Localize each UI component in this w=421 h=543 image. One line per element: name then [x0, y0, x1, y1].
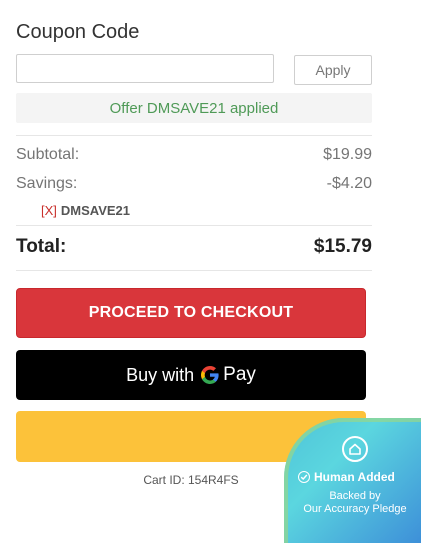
- accuracy-pledge-badge[interactable]: Human Added Backed by Our Accuracy Pledg…: [284, 418, 421, 543]
- divider: [16, 135, 372, 136]
- badge-line-1: Backed by: [329, 490, 381, 502]
- badge-line-2: Our Accuracy Pledge: [303, 503, 407, 515]
- badge-title-text: Human Added: [314, 470, 395, 484]
- badge-title: Human Added: [298, 470, 395, 484]
- total-value: $15.79: [313, 236, 372, 257]
- total-label: Total:: [16, 236, 67, 257]
- google-pay-logo: Pay: [200, 364, 256, 386]
- offer-message-text: Offer DMSAVE21 applied: [109, 99, 279, 117]
- subtotal-value: $19.99: [323, 146, 372, 163]
- savings-label: Savings:: [16, 175, 78, 192]
- google-g-icon: [201, 366, 219, 384]
- divider: [16, 225, 372, 226]
- subtotal-label: Subtotal:: [16, 146, 80, 163]
- proceed-to-checkout-button[interactable]: PROCEED TO CHECKOUT: [16, 288, 366, 338]
- checkout-button-label: PROCEED TO CHECKOUT: [88, 304, 294, 321]
- remove-coupon-link[interactable]: [X]: [41, 203, 57, 218]
- coupon-code-input[interactable]: [16, 54, 274, 83]
- gpay-pay-text: Pay: [223, 364, 256, 385]
- home-icon: [342, 436, 368, 462]
- gpay-prefix-text: Buy with: [126, 364, 195, 385]
- divider: [16, 270, 372, 271]
- applied-coupon-code: DMSAVE21: [60, 203, 131, 218]
- check-circle-icon: [298, 471, 310, 483]
- coupon-title: Coupon Code: [16, 21, 140, 43]
- google-pay-button[interactable]: Buy with Pay: [16, 350, 366, 400]
- applied-coupon-line: [X] DMSAVE21: [41, 203, 130, 218]
- offer-applied-message: Offer DMSAVE21 applied: [16, 93, 372, 123]
- savings-value: -$4.20: [326, 175, 372, 192]
- apply-button[interactable]: Apply: [294, 55, 372, 85]
